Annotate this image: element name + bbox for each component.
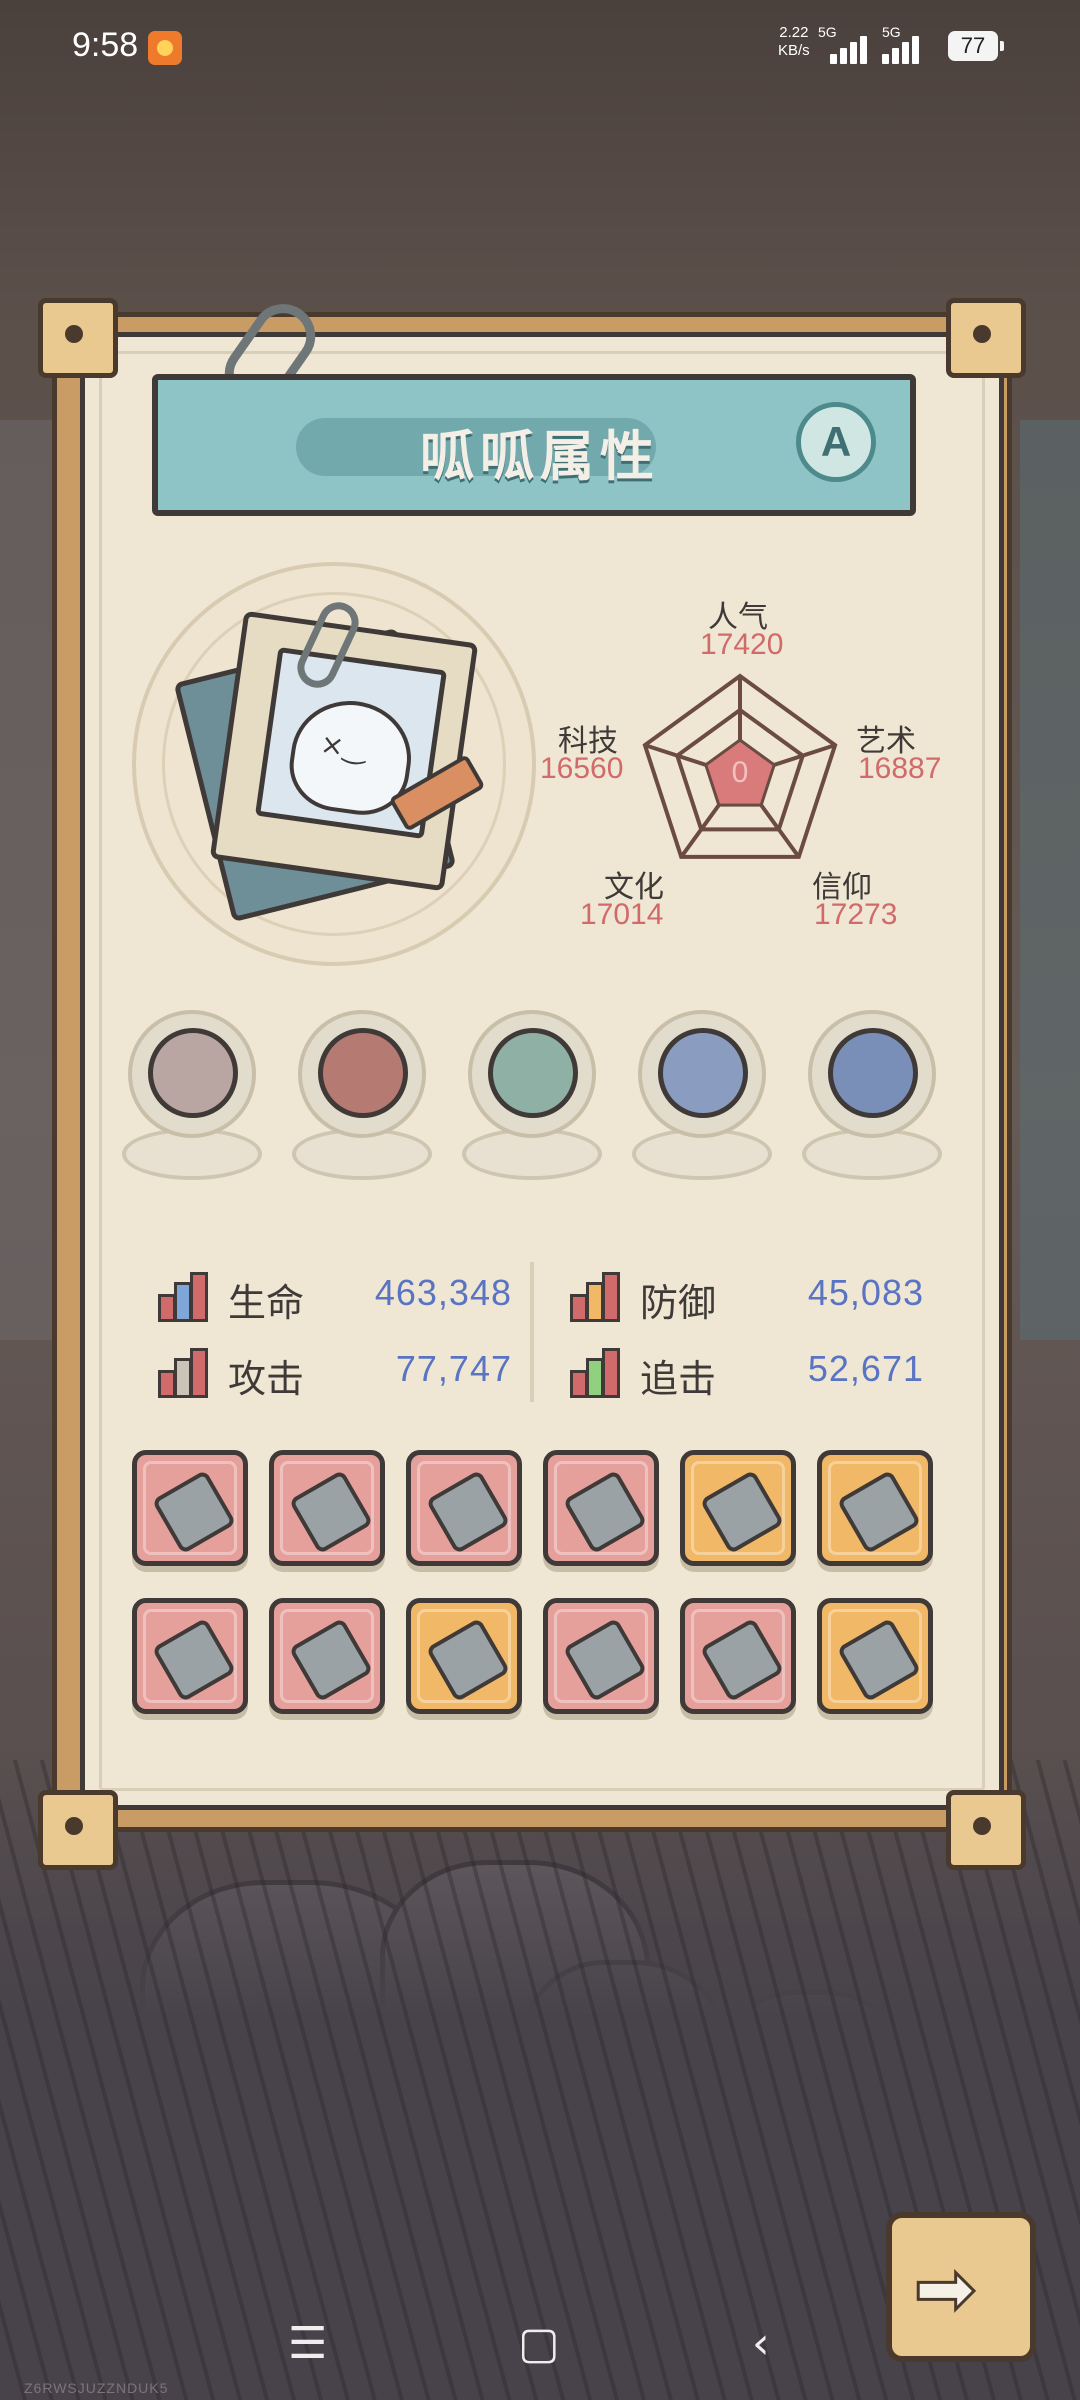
stats-divider	[530, 1262, 534, 1402]
frame-corner	[946, 298, 1026, 378]
home-nav-button[interactable]: ▢	[518, 2318, 560, 2369]
equipment-slot[interactable]	[817, 1598, 933, 1714]
defense-bars-icon	[570, 1270, 632, 1322]
relic-slot-2[interactable]	[292, 1010, 432, 1190]
equipment-slot[interactable]	[132, 1598, 248, 1714]
grade-badge[interactable]: A	[796, 402, 876, 482]
app-notification-icon	[148, 31, 182, 65]
mechanical-claw-relic-icon	[148, 1028, 238, 1118]
pursuit-value: 52,671	[807, 1348, 924, 1389]
equipment-slot[interactable]	[680, 1450, 796, 1566]
frame-corner	[946, 1790, 1026, 1870]
stat-attack: 攻击 77,747	[158, 1342, 512, 1402]
equipment-slot[interactable]	[817, 1450, 933, 1566]
stat-defense: 防御 45,083	[570, 1266, 924, 1326]
stat-value-culture: 17014	[580, 898, 664, 931]
armored-orb-relic-icon	[488, 1028, 578, 1118]
relic-slot-4[interactable]	[632, 1010, 772, 1190]
health-bars-icon	[158, 1270, 220, 1322]
title-banner: 呱呱属性 A	[152, 374, 916, 516]
clock: 9:58	[72, 26, 139, 64]
menu-nav-button[interactable]: ☰	[288, 2318, 327, 2369]
watermark: Z6RWSJUZZNDUK5	[24, 2380, 169, 2396]
background-scenery-left	[0, 420, 60, 1340]
equipment-slot[interactable]	[543, 1450, 659, 1566]
status-bar: 9:58 2.22 KB/s 5G 5G 77	[0, 0, 1080, 96]
stat-value-faith: 17273	[814, 898, 898, 931]
stat-value-technology: 16560	[540, 752, 624, 785]
relic-slot-3[interactable]	[462, 1010, 602, 1190]
stat-value-popularity: 17420	[700, 628, 784, 661]
compass-relic-icon	[658, 1028, 748, 1118]
back-nav-button[interactable]: ‹	[752, 2318, 770, 2369]
background-scenery-right	[1020, 420, 1080, 1340]
signal-icon: 5G	[818, 24, 867, 64]
gem-cubes-relic-icon	[828, 1028, 918, 1118]
signal-icon-2: 5G	[882, 24, 930, 64]
equipment-slot[interactable]	[269, 1450, 385, 1566]
equipment-slot[interactable]	[132, 1450, 248, 1566]
frame-corner	[38, 298, 118, 378]
defense-value: 45,083	[807, 1272, 924, 1313]
attack-value: 77,747	[395, 1348, 512, 1389]
equipment-slot[interactable]	[406, 1450, 522, 1566]
attribute-radar-chart: 0	[642, 673, 838, 859]
equipment-slot[interactable]	[269, 1598, 385, 1714]
stat-pursuit: 追击 52,671	[570, 1342, 924, 1402]
pursuit-bars-icon	[570, 1346, 632, 1398]
equipment-slot[interactable]	[406, 1598, 522, 1714]
relic-slot-1[interactable]	[122, 1010, 262, 1190]
arrow-right-icon: ➡	[912, 2246, 977, 2332]
monster-jaw-relic-icon	[318, 1028, 408, 1118]
attack-bars-icon	[158, 1346, 220, 1398]
health-value: 463,348	[374, 1272, 512, 1313]
frame-corner	[38, 1790, 118, 1870]
equipment-slot[interactable]	[543, 1598, 659, 1714]
battery-icon: 77	[948, 31, 1004, 61]
equipment-slot[interactable]	[680, 1598, 796, 1714]
next-arrow-button[interactable]: ➡	[886, 2212, 1036, 2362]
relic-slot-5[interactable]	[802, 1010, 942, 1190]
stat-health: 生命 463,348	[158, 1266, 512, 1326]
network-speed: 2.22 KB/s	[778, 24, 810, 59]
radar-center-value: 0	[732, 756, 749, 789]
stat-value-art: 16887	[858, 752, 942, 785]
